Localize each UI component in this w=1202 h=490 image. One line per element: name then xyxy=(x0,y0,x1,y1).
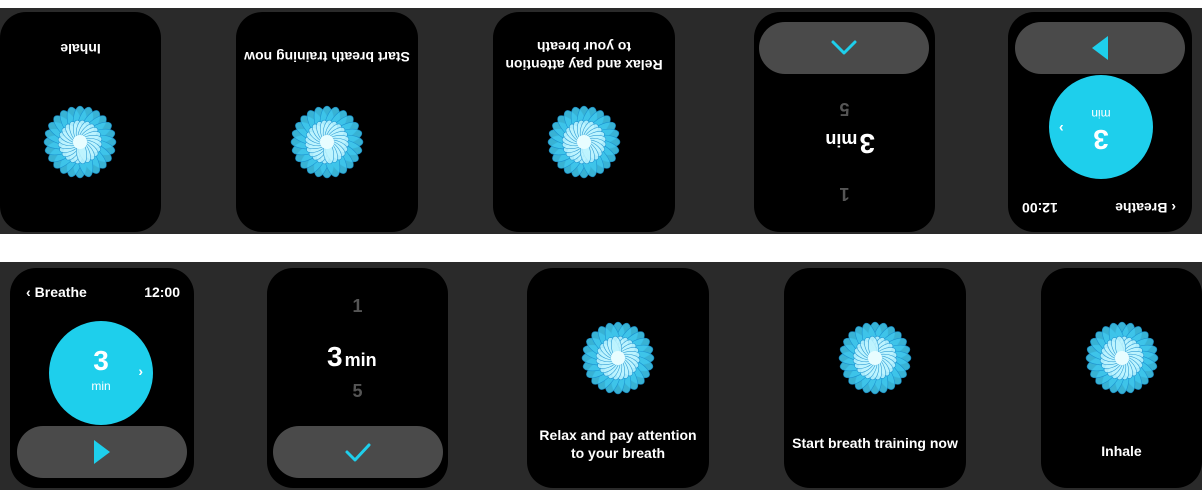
picker-current-unit: min xyxy=(344,350,377,370)
back-button[interactable]: ‹ Breathe xyxy=(26,284,87,300)
start-training-screen: Start breath training now xyxy=(236,12,418,232)
status-header: ‹ Breathe 12:00 xyxy=(26,284,180,300)
picker-next-value[interactable]: 5 xyxy=(754,98,935,119)
duration-button[interactable]: 3 min › xyxy=(49,321,153,425)
breathe-home-screen: ‹ Breathe 12:00 3 min › xyxy=(10,268,194,488)
start-message: Start breath training now xyxy=(792,435,958,451)
chevron-up-icon xyxy=(831,40,857,55)
duration-picker-screen: 1 3min 5 xyxy=(267,268,448,488)
breathe-home-screen: ‹ Breathe 12:00 3 min › xyxy=(1008,12,1192,232)
play-icon xyxy=(1092,36,1108,60)
flower-icon xyxy=(1085,321,1158,395)
chevron-left-icon: ‹ xyxy=(26,284,31,300)
back-label: Breathe xyxy=(1115,200,1168,216)
status-header: ‹ Breathe 12:00 xyxy=(1022,200,1176,216)
duration-unit: min xyxy=(1091,107,1111,121)
back-label: Breathe xyxy=(34,284,87,300)
chevron-right-icon: › xyxy=(138,363,143,379)
picker-current-unit: min xyxy=(825,130,858,150)
flower-icon xyxy=(290,105,364,179)
inhale-screen: Inhale xyxy=(0,12,161,232)
confirm-button[interactable] xyxy=(273,426,443,478)
duration-value: 3 xyxy=(1093,124,1109,155)
check-icon xyxy=(345,443,371,462)
chevron-right-icon: › xyxy=(1059,121,1064,137)
relax-screen: Relax and pay attention to your breath xyxy=(527,268,709,488)
start-training-screen: Start breath training now xyxy=(784,268,966,488)
flower-icon xyxy=(547,105,621,179)
watch-flow: ‹ Breathe 12:00 3 min › 1 3 min 5 Relax a… xyxy=(0,262,1202,490)
watch-flow-rotated: ‹ Breathe 12:00 3 min › 1 3min 5 Relax a… xyxy=(0,8,1202,234)
flower-icon xyxy=(44,105,117,179)
back-button[interactable]: ‹ Breathe xyxy=(1115,200,1176,216)
play-icon xyxy=(94,440,110,464)
start-message: Start breath training now xyxy=(244,49,410,65)
picker-prev-value[interactable]: 1 xyxy=(754,183,935,204)
duration-button[interactable]: 3 min › xyxy=(1049,75,1153,179)
picker-prev-value[interactable]: 1 xyxy=(267,296,448,317)
flower-icon xyxy=(838,321,912,395)
inhale-message: Inhale xyxy=(1101,443,1142,459)
flower-icon xyxy=(581,321,655,395)
picker-current[interactable]: 3min xyxy=(825,127,875,159)
inhale-screen: Inhale xyxy=(1041,268,1202,488)
duration-unit: min xyxy=(91,379,111,393)
clock: 12:00 xyxy=(1022,200,1058,216)
picker-current-value: 3 xyxy=(859,128,875,159)
picker-current-value: 3 xyxy=(327,341,343,372)
start-button[interactable] xyxy=(17,426,187,478)
picker-next-value[interactable]: 5 xyxy=(267,381,448,402)
picker-current[interactable]: 3min xyxy=(327,341,377,373)
inhale-message: Inhale xyxy=(60,41,101,57)
relax-message: Relax and pay attention to your breath xyxy=(505,39,663,73)
scroll-up-button[interactable] xyxy=(759,22,929,74)
chevron-left-icon: ‹ xyxy=(1171,200,1176,216)
clock: 12:00 xyxy=(144,284,180,300)
duration-picker-screen: 1 3min 5 xyxy=(754,12,935,232)
relax-message: Relax and pay attention to your breath xyxy=(539,427,697,461)
start-button[interactable] xyxy=(1015,22,1185,74)
relax-screen: Relax and pay attention to your breath xyxy=(493,12,675,232)
